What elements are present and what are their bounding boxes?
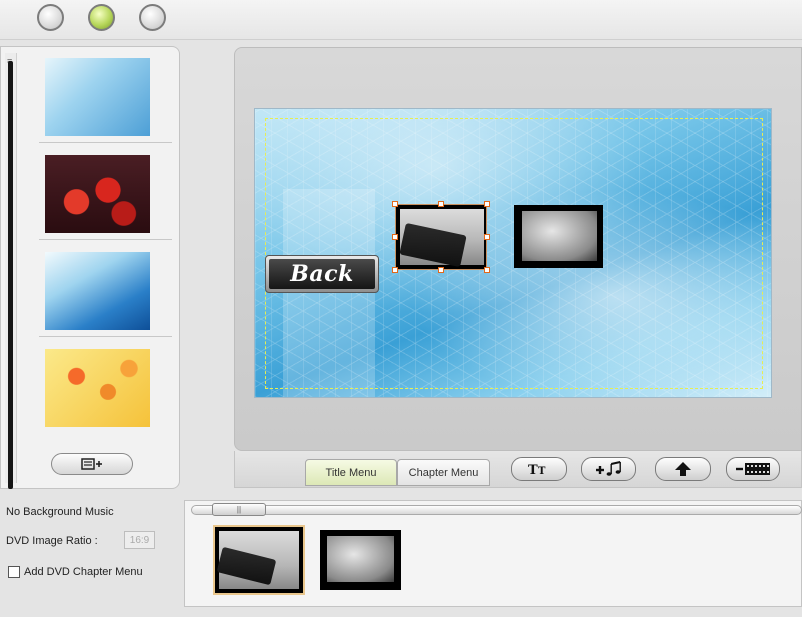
chapter-thumbnail[interactable] bbox=[514, 205, 603, 268]
timeline-scroll-thumb[interactable]: || bbox=[212, 503, 266, 516]
dvd-ratio-label: DVD Image Ratio : bbox=[6, 535, 98, 547]
template-thumbnail bbox=[45, 155, 150, 233]
remove-chapter-button[interactable] bbox=[726, 457, 780, 481]
add-list-icon bbox=[81, 458, 102, 470]
chapter-image bbox=[399, 209, 484, 268]
resize-handle[interactable] bbox=[392, 267, 398, 273]
top-bar bbox=[0, 0, 802, 40]
dvd-ratio-select[interactable]: 16:9 bbox=[124, 531, 155, 549]
add-music-icon bbox=[595, 461, 621, 476]
move-up-button[interactable] bbox=[655, 457, 711, 481]
menu-back-label: Back bbox=[290, 261, 354, 287]
text-icon: T T bbox=[528, 463, 546, 476]
timeline-chapter-selected[interactable] bbox=[213, 525, 305, 595]
timeline-chapter-subject bbox=[216, 546, 277, 586]
tab-chapter-menu[interactable]: Chapter Menu bbox=[397, 459, 490, 486]
resize-handle[interactable] bbox=[392, 234, 398, 240]
template-thumbnail bbox=[45, 58, 150, 136]
chapter-thumbnail-selected[interactable] bbox=[392, 201, 490, 273]
background-music-label: No Background Music bbox=[6, 506, 114, 518]
resize-handle[interactable] bbox=[438, 201, 444, 207]
timeline-chapter[interactable] bbox=[320, 530, 401, 590]
resize-handle[interactable] bbox=[484, 201, 490, 207]
menu-preview-canvas[interactable]: Back bbox=[254, 108, 772, 398]
template-thumbnail bbox=[45, 349, 150, 427]
add-template-button[interactable] bbox=[51, 453, 133, 475]
add-chapter-menu-label: Add DVD Chapter Menu bbox=[24, 566, 143, 578]
resize-handle[interactable] bbox=[484, 267, 490, 273]
svg-text:T: T bbox=[538, 466, 546, 476]
window-control-button[interactable] bbox=[139, 4, 166, 31]
add-chapter-menu-checkbox[interactable] bbox=[8, 566, 20, 578]
template-item[interactable] bbox=[39, 144, 172, 240]
window-control-button-active[interactable] bbox=[88, 4, 115, 31]
template-item[interactable] bbox=[39, 241, 172, 337]
add-text-button[interactable]: T T bbox=[511, 457, 567, 481]
template-scrollbar[interactable]: ≡ bbox=[5, 53, 17, 489]
svg-text:T: T bbox=[528, 463, 538, 476]
template-thumbnail bbox=[45, 252, 150, 330]
resize-handle[interactable] bbox=[392, 201, 398, 207]
grip-icon: || bbox=[236, 505, 242, 514]
tab-title-menu[interactable]: Title Menu bbox=[305, 459, 397, 486]
chapter-image bbox=[522, 211, 597, 261]
menu-back-button[interactable]: Back bbox=[265, 255, 379, 293]
timeline-chapter-image bbox=[327, 536, 394, 582]
scrollbar-thumb[interactable] bbox=[8, 61, 13, 489]
window-control-button[interactable] bbox=[37, 4, 64, 31]
resize-handle[interactable] bbox=[484, 234, 490, 240]
remove-film-icon bbox=[736, 463, 770, 475]
template-item[interactable] bbox=[39, 338, 172, 434]
timeline-scroll-track[interactable] bbox=[191, 505, 802, 515]
template-panel: ≡ bbox=[0, 46, 180, 489]
resize-handle[interactable] bbox=[438, 267, 444, 273]
chapter-image-subject bbox=[399, 222, 467, 268]
add-music-button[interactable] bbox=[581, 457, 636, 481]
up-arrow-icon bbox=[675, 462, 691, 476]
timeline-chapter-image bbox=[216, 531, 299, 589]
template-item[interactable] bbox=[39, 47, 172, 143]
menu-back-button-face: Back bbox=[269, 259, 375, 289]
